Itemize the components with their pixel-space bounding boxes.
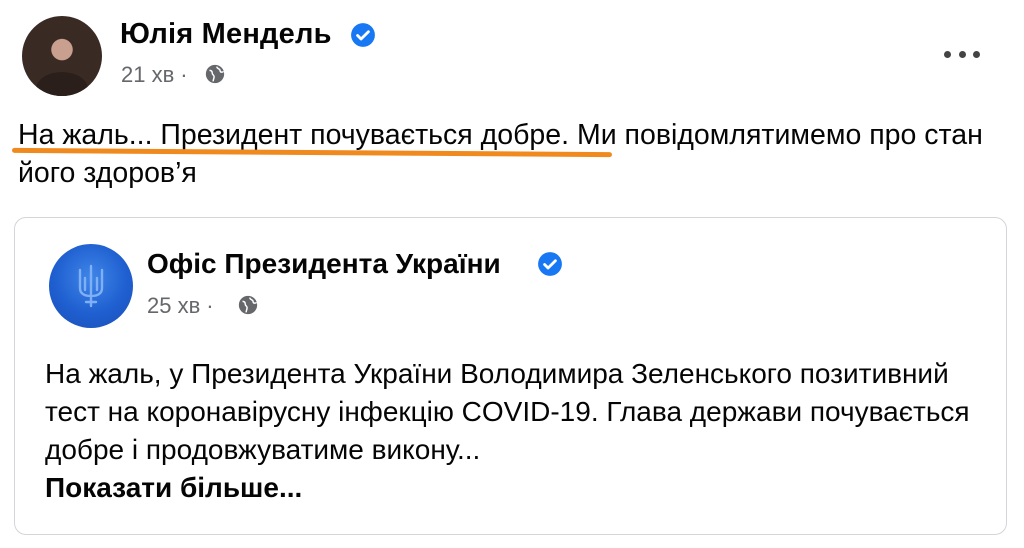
shared-post-card[interactable]: Офіс Президента України 25 хв · На жаль, … — [14, 217, 1007, 535]
shared-post-time[interactable]: 25 хв — [147, 293, 200, 318]
avatar-figure — [36, 72, 88, 96]
see-more-link[interactable]: Показати більше... — [45, 472, 302, 503]
meta-separator: · — [206, 293, 214, 318]
post-text-highlighted: На жаль... Президент почувається добре. — [18, 119, 570, 151]
verified-badge-icon — [351, 23, 375, 47]
page-name[interactable]: Офіс Президента України — [147, 248, 501, 280]
author-name[interactable]: Юлія Мендель — [120, 18, 332, 51]
globe-icon — [205, 64, 225, 84]
post-meta: 21 хв · — [121, 62, 194, 88]
author-avatar[interactable] — [22, 16, 102, 96]
trident-icon — [78, 264, 104, 308]
globe-icon — [238, 295, 258, 315]
shared-post-body: На жаль, у Президента України Володимира… — [45, 358, 970, 465]
facebook-post: Юлія Мендель 21 хв · На жаль... Президент… — [0, 0, 1024, 548]
verified-badge-icon — [538, 252, 562, 276]
more-options-icon[interactable] — [942, 44, 982, 64]
meta-separator: · — [180, 62, 188, 87]
page-avatar[interactable] — [49, 244, 133, 328]
shared-post-meta: 25 хв · — [147, 293, 220, 319]
shared-post-text: На жаль, у Президента України Володимира… — [45, 355, 985, 507]
post-time[interactable]: 21 хв — [121, 62, 174, 87]
